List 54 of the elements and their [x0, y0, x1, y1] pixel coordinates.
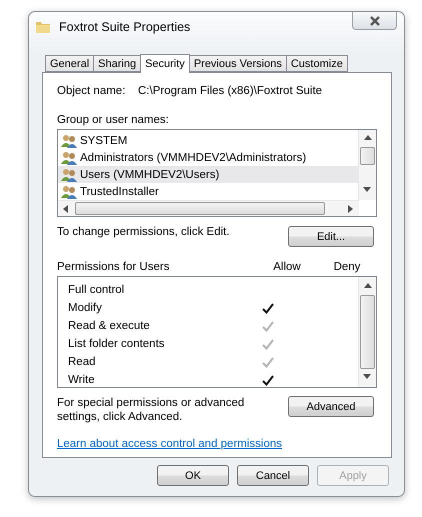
check-icon — [262, 374, 274, 386]
scroll-up-icon[interactable] — [364, 135, 372, 140]
user-list-item[interactable]: Administrators (VMMHDEV2\Administrators) — [58, 149, 358, 166]
section-label: Group or user names: — [57, 114, 170, 126]
field-label: Object name: — [57, 85, 126, 97]
scroll-down-icon[interactable] — [363, 187, 371, 192]
users-icon — [61, 134, 77, 148]
user-list-item[interactable]: Users (VMMHDEV2\Users) — [58, 166, 358, 183]
user-list-item[interactable]: TrustedInstaller — [58, 183, 358, 200]
user-list-item[interactable]: SYSTEM — [58, 132, 358, 149]
column-heading: Deny — [334, 261, 360, 273]
vertical-scrollbar[interactable] — [358, 130, 376, 200]
edit-hint: To change permissions, click Edit. — [57, 226, 230, 238]
permission-name: List folder contents — [68, 338, 166, 350]
permission-name: Modify — [68, 302, 103, 314]
tab[interactable]: Sharing — [93, 55, 142, 72]
column-heading: Allow — [273, 261, 301, 273]
check-icon — [262, 302, 274, 314]
scroll-right-icon[interactable] — [348, 205, 353, 213]
check-icon — [262, 356, 274, 368]
object-path: C:\Program Files (x86)\Foxtrot Suite — [138, 85, 322, 97]
scroll-thumb[interactable] — [360, 295, 375, 369]
users-icon — [61, 168, 77, 182]
scroll-thumb[interactable] — [360, 147, 375, 165]
users-icon — [61, 184, 77, 198]
advanced-hint: For special permissions or advanced settings, click Advanced. — [57, 396, 246, 424]
scroll-up-icon[interactable] — [364, 283, 372, 288]
advanced-button[interactable]: Advanced — [288, 396, 374, 417]
help-link[interactable]: Learn about access control and permissions — [57, 438, 282, 450]
close-icon — [368, 16, 380, 26]
scroll-thumb[interactable] — [75, 202, 325, 215]
user-list[interactable]: SYSTEM Administrators (VMMHDEV2\Administrators) Users (VMMHDEV2\Users) TrustedInstaller — [57, 129, 377, 217]
scroll-down-icon[interactable] — [363, 374, 371, 379]
tab[interactable]: Customize — [286, 55, 348, 72]
check-icon — [262, 338, 274, 350]
tab[interactable]: Previous Versions — [188, 55, 287, 72]
edit-button[interactable]: Edit... — [288, 226, 374, 247]
scroll-left-icon[interactable] — [63, 205, 68, 213]
window-title: Foxtrot Suite Properties — [59, 20, 190, 34]
dialog-button[interactable]: OK — [157, 465, 229, 486]
vertical-scrollbar[interactable] — [358, 277, 376, 387]
permission-name: Read & execute — [68, 320, 151, 332]
folder-icon — [35, 19, 51, 35]
tab[interactable]: Security — [140, 54, 190, 73]
horizontal-scrollbar[interactable] — [58, 200, 359, 216]
permissions-label: Permissions for Users — [57, 261, 170, 273]
users-icon — [61, 150, 77, 164]
permission-name: Write — [68, 374, 96, 386]
tab[interactable]: General — [45, 55, 94, 72]
permission-name: Full control — [68, 284, 126, 296]
permission-name: Read — [68, 356, 96, 368]
dialog-button[interactable]: Cancel — [237, 465, 309, 486]
close-button[interactable] — [352, 12, 397, 30]
check-icon — [262, 320, 274, 332]
